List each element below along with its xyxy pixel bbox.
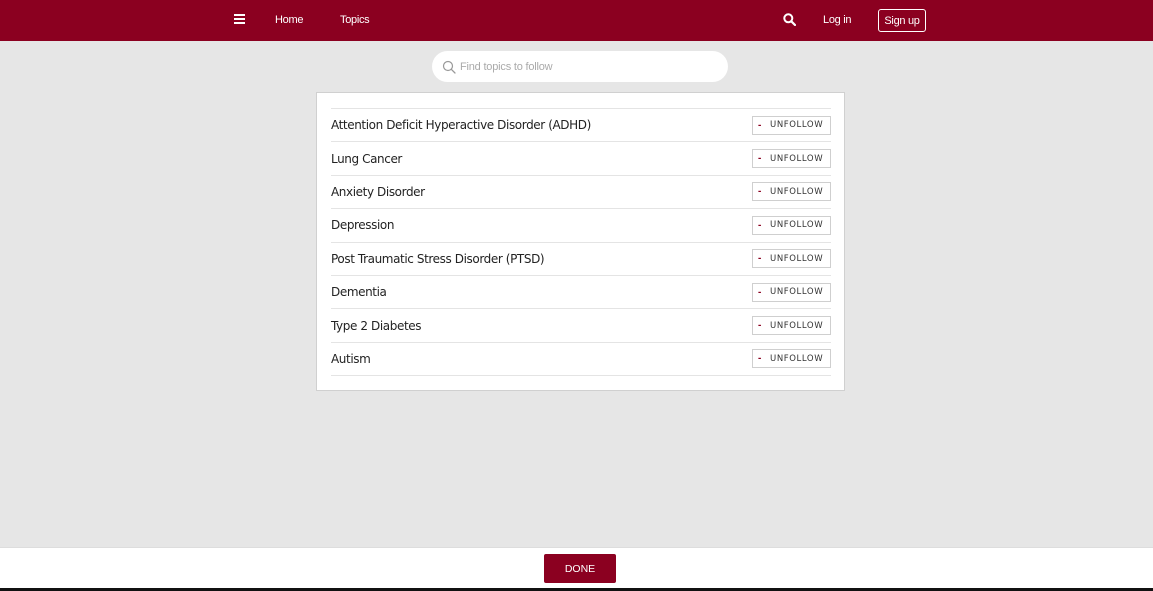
topic-name: Attention Deficit Hyperactive Disorder (… — [331, 118, 591, 133]
minus-icon: - — [758, 320, 762, 332]
unfollow-label: UNFOLLOW — [770, 220, 824, 231]
nav-topics-link[interactable]: Topics — [340, 14, 370, 26]
top-nav-bar: Home Topics Log in Sign up — [0, 0, 1153, 41]
login-link[interactable]: Log in — [823, 14, 851, 26]
list-item: Depression - UNFOLLOW — [331, 209, 831, 243]
minus-icon: - — [758, 153, 762, 165]
topic-name: Depression — [331, 218, 395, 233]
unfollow-label: UNFOLLOW — [770, 153, 824, 164]
unfollow-button[interactable]: - UNFOLLOW — [752, 316, 831, 336]
unfollow-button[interactable]: - UNFOLLOW — [752, 249, 831, 269]
topic-search-box[interactable] — [432, 51, 728, 82]
minus-icon: - — [758, 186, 762, 198]
nav-home-link[interactable]: Home — [275, 14, 303, 26]
minus-icon: - — [758, 219, 762, 231]
list-item: Lung Cancer - UNFOLLOW — [331, 142, 831, 176]
topic-list: Attention Deficit Hyperactive Disorder (… — [331, 108, 831, 377]
list-item: Anxiety Disorder - UNFOLLOW — [331, 176, 831, 210]
list-item: Type 2 Diabetes - UNFOLLOW — [331, 309, 831, 343]
list-item: Post Traumatic Stress Disorder (PTSD) - … — [331, 243, 831, 276]
unfollow-label: UNFOLLOW — [770, 120, 824, 131]
unfollow-button[interactable]: - UNFOLLOW — [752, 215, 831, 235]
unfollow-label: UNFOLLOW — [770, 186, 824, 197]
list-item: Attention Deficit Hyperactive Disorder (… — [331, 109, 831, 143]
list-item: Dementia - UNFOLLOW — [331, 276, 831, 310]
topic-name: Post Traumatic Stress Disorder (PTSD) — [331, 251, 545, 266]
topic-name: Anxiety Disorder — [331, 184, 425, 199]
minus-icon: - — [758, 253, 762, 265]
topic-name: Type 2 Diabetes — [331, 318, 422, 333]
unfollow-button[interactable]: - UNFOLLOW — [752, 282, 831, 302]
search-icon — [442, 60, 456, 74]
done-button[interactable]: DONE — [544, 554, 616, 583]
signup-button[interactable]: Sign up — [878, 9, 926, 32]
hamburger-icon[interactable] — [234, 14, 245, 25]
search-icon[interactable] — [783, 13, 796, 26]
topic-name: Lung Cancer — [331, 151, 402, 166]
unfollow-label: UNFOLLOW — [770, 253, 824, 264]
unfollow-label: UNFOLLOW — [770, 320, 824, 331]
minus-icon: - — [758, 119, 762, 131]
unfollow-button[interactable]: - UNFOLLOW — [752, 349, 831, 369]
unfollow-label: UNFOLLOW — [770, 287, 824, 298]
topic-search-input[interactable] — [460, 60, 700, 73]
followed-topics-panel: Attention Deficit Hyperactive Disorder (… — [316, 92, 845, 391]
topic-name: Dementia — [331, 285, 387, 300]
minus-icon: - — [758, 353, 762, 365]
topic-name: Autism — [331, 351, 371, 366]
unfollow-button[interactable]: - UNFOLLOW — [752, 115, 831, 135]
list-item: Autism - UNFOLLOW — [331, 343, 831, 377]
unfollow-button[interactable]: - UNFOLLOW — [752, 149, 831, 169]
minus-icon: - — [758, 286, 762, 298]
unfollow-label: UNFOLLOW — [770, 353, 824, 364]
unfollow-button[interactable]: - UNFOLLOW — [752, 182, 831, 202]
